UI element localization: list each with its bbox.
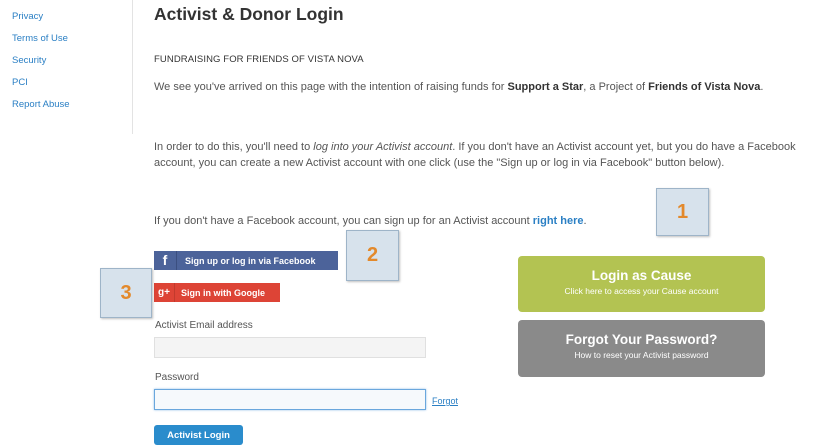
signup-paragraph: If you don't have a Facebook account, yo… — [154, 214, 826, 230]
sidebar-item-pci[interactable]: PCI — [12, 77, 28, 88]
login-as-cause-button[interactable]: Login as Cause Click here to access your… — [518, 256, 765, 312]
intro-text: We see you've arrived on this page with … — [154, 81, 508, 93]
page-subhead: FUNDRAISING FOR FRIENDS OF VISTA NOVA — [154, 54, 364, 65]
cause-button-title: Login as Cause — [591, 268, 692, 283]
email-input[interactable] — [154, 337, 426, 358]
intro-text-middle: , a Project of — [583, 81, 649, 93]
forgot-link[interactable]: Forgot — [432, 396, 458, 406]
sidebar-item-report-abuse[interactable]: Report Abuse — [12, 99, 70, 110]
sidebar-item-security[interactable]: Security — [12, 55, 46, 66]
password-input[interactable] — [154, 389, 426, 410]
page-title: Activist & Donor Login — [154, 4, 344, 24]
facebook-icon: f — [154, 251, 177, 270]
google-login-button[interactable]: g+ Sign in with Google — [154, 283, 280, 302]
password-label: Password — [155, 372, 199, 383]
instructions-paragraph: In order to do this, you'll need to log … — [154, 140, 826, 171]
signup-text-end: . — [583, 215, 587, 227]
forgot-password-button[interactable]: Forgot Your Password? How to reset your … — [518, 320, 765, 377]
signup-text: If you don't have a Facebook account, yo… — [154, 215, 533, 227]
callout-marker-1: 1 — [656, 188, 709, 236]
instructions-text: In order to do this, you'll need to — [154, 141, 314, 153]
sidebar-item-privacy[interactable]: Privacy — [12, 11, 43, 22]
forgot-button-title: Forgot Your Password? — [565, 332, 718, 347]
google-plus-icon: g+ — [154, 283, 175, 302]
callout-marker-2: 2 — [346, 230, 399, 281]
org-name: Friends of Vista Nova — [648, 81, 761, 93]
intro-text-end: . — [760, 81, 764, 93]
facebook-login-button[interactable]: f Sign up or log in via Facebook — [154, 251, 338, 270]
sidebar: Privacy Terms of Use Security PCI Report… — [0, 0, 133, 134]
facebook-button-label: Sign up or log in via Facebook — [185, 255, 316, 266]
cause-button-subtitle: Click here to access your Cause account — [564, 286, 719, 296]
instructions-emphasis: log into your Activist account — [313, 141, 453, 153]
email-label: Activist Email address — [155, 320, 253, 331]
project-name: Support a Star — [507, 81, 584, 93]
callout-marker-3: 3 — [100, 268, 152, 318]
signup-link[interactable]: right here — [533, 215, 584, 227]
forgot-button-subtitle: How to reset your Activist password — [574, 350, 709, 360]
sidebar-item-terms[interactable]: Terms of Use — [12, 33, 68, 44]
intro-paragraph: We see you've arrived on this page with … — [154, 80, 826, 96]
activist-login-button[interactable]: Activist Login — [154, 425, 243, 445]
google-button-label: Sign in with Google — [181, 287, 265, 298]
